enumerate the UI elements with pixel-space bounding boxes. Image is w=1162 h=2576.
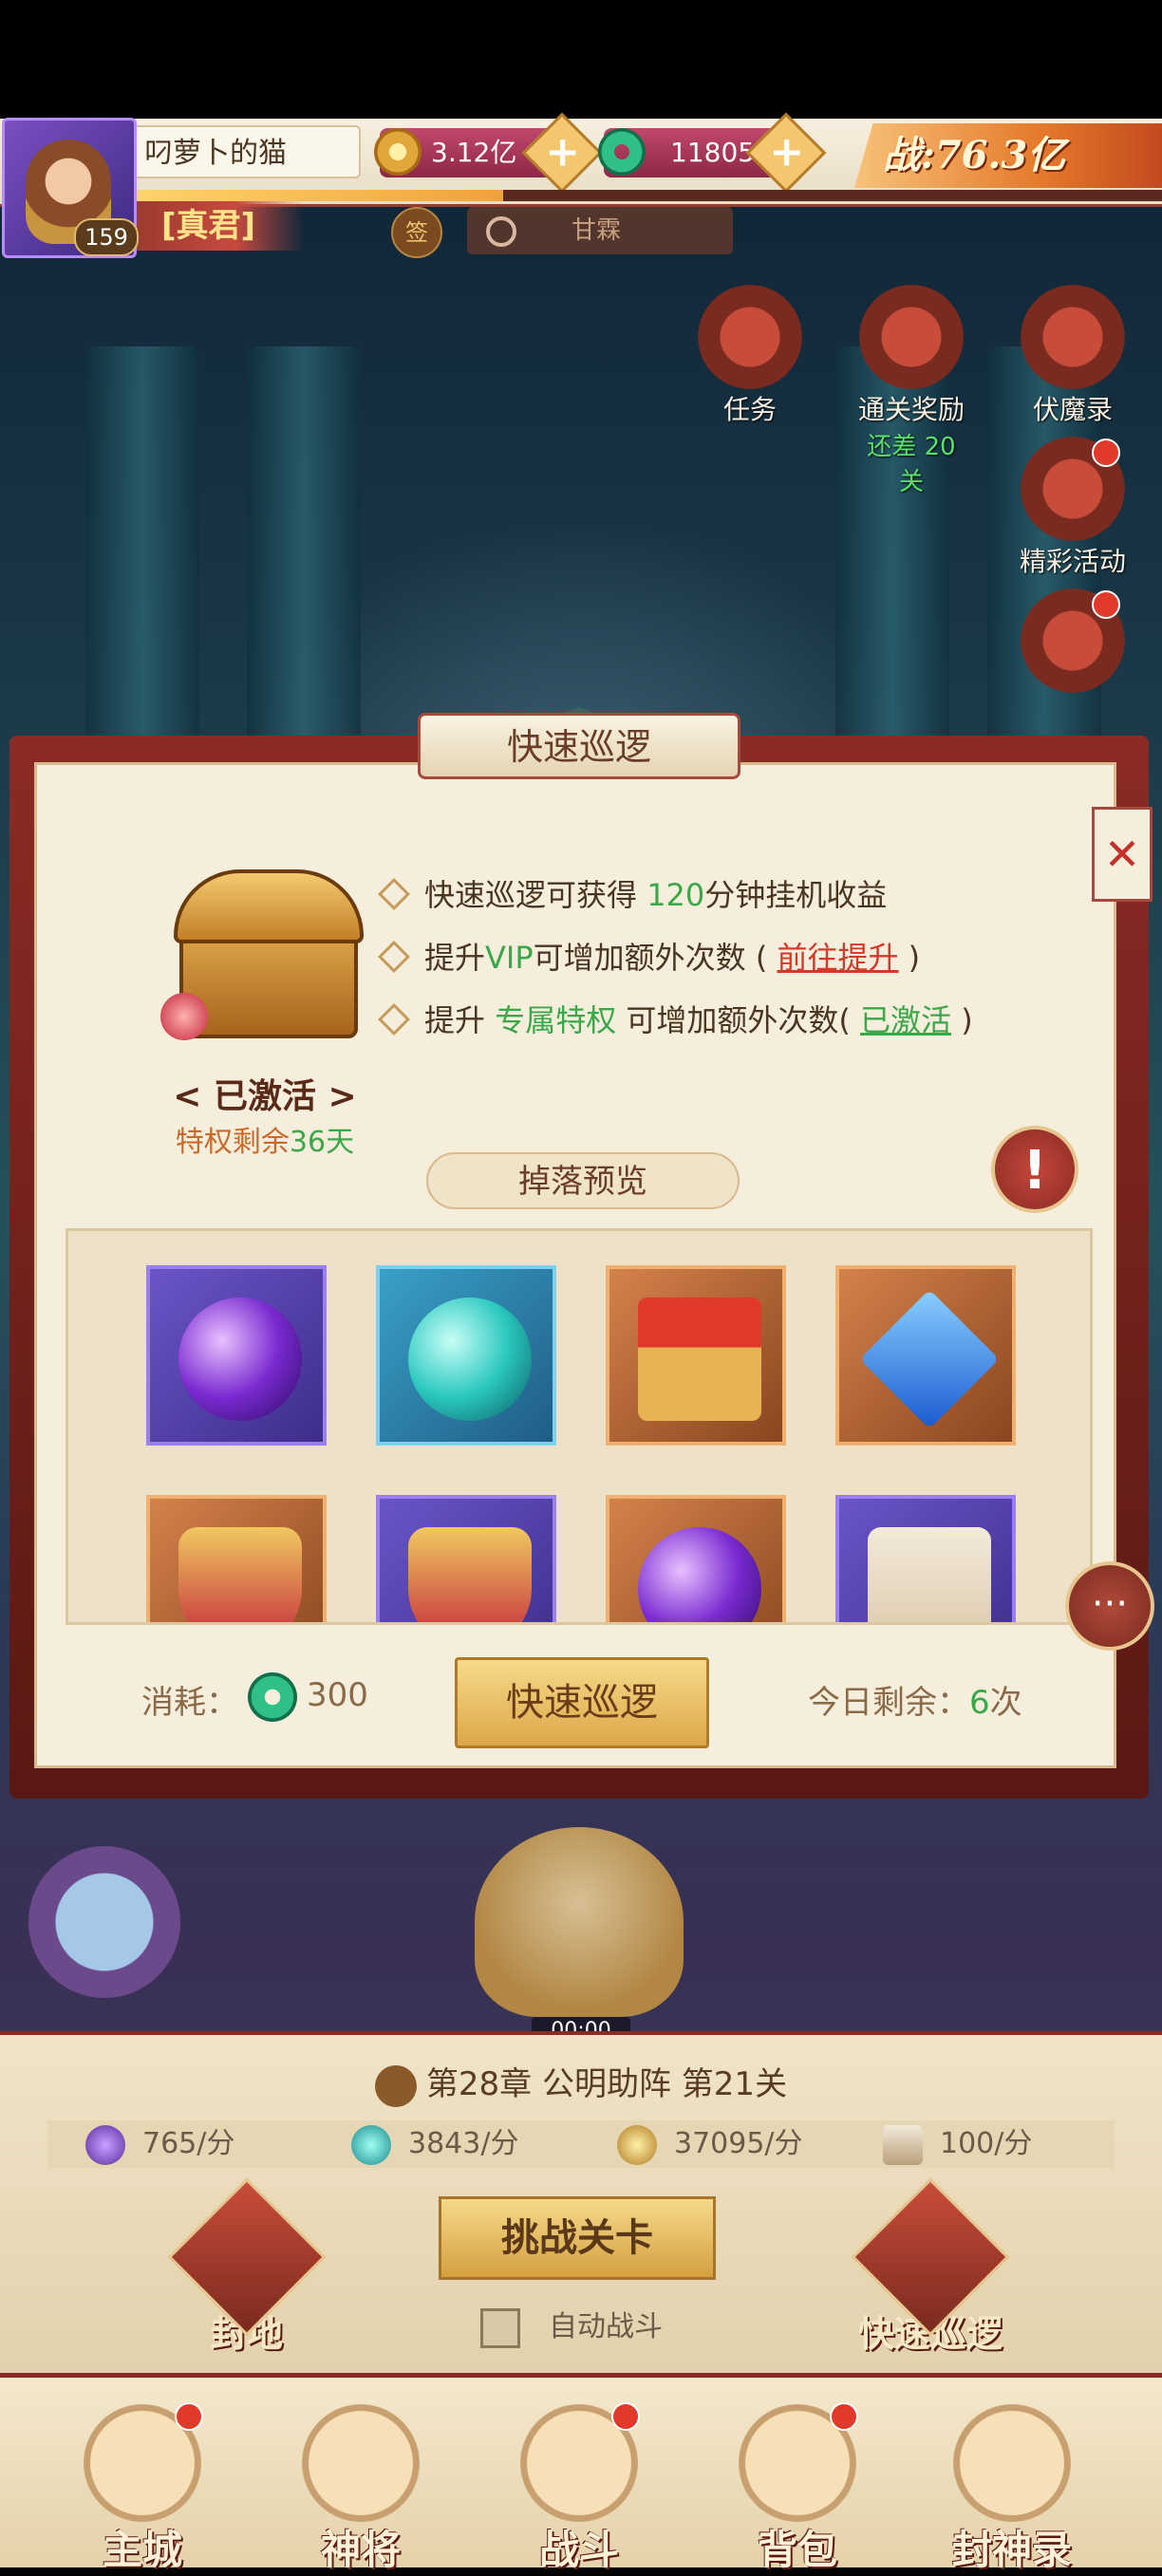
drop-preview-title: 掉落预览: [426, 1152, 740, 1209]
player-title-badge: [真君]: [133, 201, 304, 251]
info-exclamation-button[interactable]: !: [991, 1126, 1078, 1213]
nav-main-city[interactable]: 主城: [47, 2378, 237, 2573]
drop-item-crown-fragment[interactable]: [376, 1495, 556, 1622]
task-icon: [698, 285, 802, 389]
side-icon-clear-reward[interactable]: 通关奖励 还差 20 关: [854, 285, 968, 497]
dialog-panel: < 已激活 > 特权剩余36天 快速巡逻可获得 120分钟挂机收益 提升VIP可…: [34, 762, 1116, 1768]
drop-item-crown-fragment[interactable]: [146, 1495, 327, 1622]
gold-coin-icon: [617, 2125, 657, 2165]
challenge-stage-button[interactable]: 挑战关卡: [439, 2196, 716, 2280]
stage-panel: 第28章 公明助阵 第21关 765/分 3843/分 37095/分 100/…: [0, 2031, 1162, 2377]
mascot-creature: [475, 1827, 684, 2017]
drop-item-teal-orb[interactable]: [376, 1265, 556, 1446]
go-upgrade-link[interactable]: 前往提升: [777, 940, 898, 976]
scroll-icon: [1021, 285, 1125, 389]
notification-dot: [1092, 439, 1120, 467]
rate-item: 3843/分: [351, 2120, 518, 2168]
side-icon-demon-record[interactable]: 伏魔录: [1016, 285, 1130, 427]
quick-patrol-dialog: 快速巡逻 ✕ < 已激活 > 特权剩余36天 快速巡逻可获得 120分钟挂机收益…: [0, 713, 1162, 1799]
info-line-2: 提升VIP可增加额外次数 ( 前往提升 ): [378, 934, 920, 978]
dialog-action-row: 消耗： 300 快速巡逻 今日剩余：6次: [37, 1648, 1119, 1752]
quick-patrol-button[interactable]: 快速巡逻: [455, 1657, 709, 1748]
privilege-status: < 已激活 >: [173, 1077, 357, 1116]
search-text: 甘霖: [572, 216, 622, 245]
nav-bag[interactable]: 背包: [703, 2378, 892, 2573]
side-icon-label: 任务: [722, 394, 777, 425]
scroll-icon: [883, 2125, 923, 2165]
player-level: 159: [74, 218, 139, 256]
bottom-navigation: 主城 神将 战斗 背包 封神录: [0, 2373, 1162, 2573]
diamond-bullet-icon: [378, 878, 410, 910]
nav-fengshen-record[interactable]: 封神录: [917, 2378, 1107, 2573]
auto-fight-toggle[interactable]: 自动战斗: [480, 2303, 663, 2348]
drop-item-treasure-chest[interactable]: [606, 1265, 786, 1446]
rate-item: 37095/分: [617, 2120, 803, 2168]
notification-dot: [175, 2402, 203, 2431]
side-icon-sublabel: 还差 20 关: [867, 433, 956, 496]
chapter-scroll-icon: [374, 2064, 417, 2107]
cost-label: 消耗：: [141, 1684, 238, 1722]
hero-portrait[interactable]: [28, 1846, 180, 1998]
drop-preview-grid: [66, 1228, 1093, 1625]
gold-coin-icon: [374, 128, 422, 176]
drop-item-blue-crystal[interactable]: [835, 1265, 1016, 1446]
drop-item-scroll[interactable]: [835, 1495, 1016, 1622]
chapter-text: 第28章 公明助阵 第21关: [425, 2065, 788, 2103]
gold-amount: 3.12亿: [431, 137, 517, 168]
cost-value: 300: [307, 1676, 368, 1714]
side-icon-events[interactable]: 精彩活动: [1016, 437, 1130, 579]
auto-fight-label: 自动战斗: [549, 2310, 663, 2343]
sign-in-icon[interactable]: 签: [391, 207, 442, 258]
teal-orb-icon: [351, 2125, 391, 2165]
privilege-remaining: 特权剩余36天: [175, 1126, 355, 1159]
info-line-1: 快速巡逻可获得 120分钟挂机收益: [378, 871, 887, 915]
notification-dot: [830, 2402, 858, 2431]
drop-item-purple-orb-pedestal[interactable]: [606, 1495, 786, 1622]
diamond-bullet-icon: [378, 1003, 410, 1036]
record-icon: [946, 2397, 1078, 2529]
nav-battle[interactable]: 战斗: [484, 2378, 674, 2573]
fief-button[interactable]: 封地: [167, 2177, 327, 2357]
treasure-chest-icon: [160, 850, 369, 1059]
jade-icon: [248, 1672, 297, 1722]
drop-item-purple-orb[interactable]: [146, 1265, 327, 1446]
player-name: 叼萝卜的猫: [133, 125, 361, 178]
experience-bar: [133, 190, 1162, 201]
chapter-title: 第28章 公明助阵 第21关: [0, 2058, 1162, 2107]
rate-item: 765/分: [85, 2120, 234, 2168]
experience-fill: [133, 190, 504, 201]
gold-currency: 3.12亿 +: [374, 112, 603, 194]
notification-dot: [611, 2402, 640, 2431]
diamond-bullet-icon: [378, 941, 410, 973]
idle-rates: 765/分 3843/分 37095/分 100/分: [47, 2120, 1115, 2168]
nav-heroes[interactable]: 神将: [266, 2378, 456, 2573]
today-remaining: 今日剩余：6次: [808, 1684, 1022, 1722]
info-line-3: 提升 专属特权 可增加额外次数( 已激活 ): [378, 997, 973, 1040]
dialog-title: 快速巡逻: [418, 713, 740, 779]
chat-button[interactable]: ···: [1065, 1561, 1154, 1651]
hero-icon: [294, 2397, 427, 2529]
side-icon-tasks[interactable]: 任务: [693, 285, 807, 427]
activated-link[interactable]: 已激活: [860, 1002, 951, 1038]
checkbox[interactable]: [480, 2307, 520, 2348]
quick-patrol-shortcut[interactable]: 快速巡逻: [835, 2177, 1025, 2357]
side-icon-label: 通关奖励: [857, 394, 965, 425]
side-icon-label: 伏魔录: [1032, 394, 1113, 425]
side-icon-label: 精彩活动: [1019, 546, 1126, 577]
reward-icon: [859, 285, 964, 389]
search-bar[interactable]: 甘霖: [467, 207, 733, 254]
rate-item: 100/分: [883, 2120, 1032, 2168]
purple-orb-icon: [85, 2125, 125, 2165]
jade-currency: 11805 +: [598, 112, 827, 194]
close-button[interactable]: ✕: [1092, 807, 1153, 902]
side-icon-travel[interactable]: [1016, 588, 1130, 693]
search-icon: [486, 216, 516, 247]
jade-icon: [598, 128, 646, 176]
combat-power: 战:76.3亿: [854, 123, 1162, 188]
notification-dot: [1092, 590, 1120, 619]
jade-amount: 11805: [670, 137, 756, 168]
